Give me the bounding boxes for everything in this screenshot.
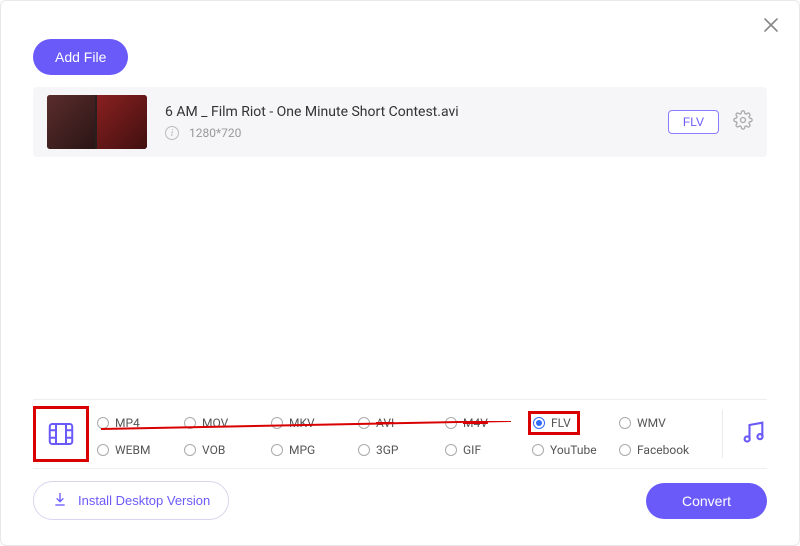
format-option-wmv[interactable]: WMV xyxy=(619,416,706,430)
close-icon[interactable] xyxy=(761,15,781,35)
video-formats-icon[interactable] xyxy=(33,406,89,462)
radio-icon xyxy=(97,444,109,456)
format-option-gif[interactable]: GIF xyxy=(445,443,532,457)
format-option-mpg[interactable]: MPG xyxy=(271,443,358,457)
format-option-youtube[interactable]: YouTube xyxy=(532,443,619,457)
format-label: 3GP xyxy=(376,443,399,457)
video-thumbnail[interactable] xyxy=(47,95,147,149)
format-label: MPG xyxy=(289,443,315,457)
file-row: 6 AM _ Film Riot - One Minute Short Cont… xyxy=(33,87,767,157)
format-label: GIF xyxy=(463,443,481,457)
file-format-button[interactable]: FLV xyxy=(668,110,719,134)
format-option-mkv[interactable]: MKV xyxy=(271,416,358,430)
format-option-facebook[interactable]: Facebook xyxy=(619,443,706,457)
radio-icon xyxy=(532,444,544,456)
format-label: MP4 xyxy=(115,416,140,430)
format-label: WMV xyxy=(637,416,666,430)
radio-icon xyxy=(445,444,457,456)
format-label: YouTube xyxy=(550,443,597,457)
format-label: MKV xyxy=(289,416,315,430)
format-option-vob[interactable]: VOB xyxy=(184,443,271,457)
formats-panel: MP4 MOV MKV AVI M4V FLV WMV WEBM VOB MPG 3GP GIF You… xyxy=(33,399,767,469)
format-label: WEBM xyxy=(115,443,150,457)
audio-formats-icon[interactable] xyxy=(739,418,767,450)
install-desktop-button[interactable]: Install Desktop Version xyxy=(33,481,229,520)
install-desktop-label: Install Desktop Version xyxy=(78,493,210,508)
download-icon xyxy=(52,491,68,510)
format-label: VOB xyxy=(202,443,225,457)
radio-icon xyxy=(533,417,545,429)
format-label: FLV xyxy=(551,416,571,430)
info-icon[interactable]: i xyxy=(165,126,179,140)
format-option-m4v[interactable]: M4V xyxy=(445,416,532,430)
radio-icon xyxy=(358,417,370,429)
file-resolution: 1280*720 xyxy=(189,126,241,140)
format-option-webm[interactable]: WEBM xyxy=(97,443,184,457)
format-option-3gp[interactable]: 3GP xyxy=(358,443,445,457)
radio-icon xyxy=(184,444,196,456)
format-option-avi[interactable]: AVI xyxy=(358,416,445,430)
file-title: 6 AM _ Film Riot - One Minute Short Cont… xyxy=(165,104,668,120)
convert-button[interactable]: Convert xyxy=(646,483,767,519)
format-label: M4V xyxy=(463,416,488,430)
format-label: AVI xyxy=(376,416,394,430)
format-label: MOV xyxy=(202,416,228,430)
divider xyxy=(722,410,723,458)
radio-icon xyxy=(271,444,283,456)
radio-icon xyxy=(445,417,457,429)
radio-icon xyxy=(184,417,196,429)
radio-icon xyxy=(271,417,283,429)
radio-icon xyxy=(358,444,370,456)
radio-icon xyxy=(619,417,631,429)
radio-icon xyxy=(619,444,631,456)
format-option-mov[interactable]: MOV xyxy=(184,416,271,430)
format-option-flv[interactable]: FLV xyxy=(532,411,619,435)
format-option-mp4[interactable]: MP4 xyxy=(97,416,184,430)
format-label: Facebook xyxy=(637,443,689,457)
add-file-button[interactable]: Add File xyxy=(33,39,128,75)
gear-icon[interactable] xyxy=(733,110,753,134)
radio-icon xyxy=(97,417,109,429)
